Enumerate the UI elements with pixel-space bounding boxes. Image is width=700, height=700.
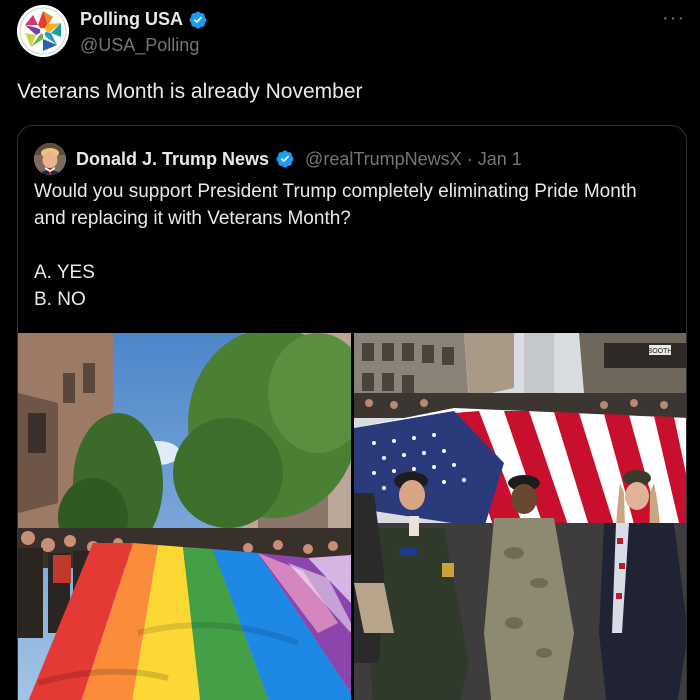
quoted-post-header: Donald J. Trump News @realTrumpNewsX · J… <box>34 143 522 175</box>
author-display-name[interactable]: Polling USA <box>80 9 183 30</box>
meta-separator: · <box>466 148 473 169</box>
quoted-author-handle[interactable]: @realTrumpNewsX · Jan 1 <box>305 149 522 170</box>
pride-parade-image <box>18 333 351 700</box>
author-name-row: Polling USA <box>80 9 208 30</box>
author-handle[interactable]: @USA_Polling <box>80 35 199 56</box>
poll-question: Would you support President Trump comple… <box>34 181 637 229</box>
quoted-author-name[interactable]: Donald J. Trump News <box>76 149 269 170</box>
quoted-post[interactable]: Donald J. Trump News @realTrumpNewsX · J… <box>17 125 687 700</box>
media-grid: BOOTH <box>18 333 686 700</box>
verified-badge-icon <box>276 150 294 168</box>
poll-option-a: A. YES <box>34 262 95 283</box>
pride-parade-photo[interactable] <box>18 333 351 700</box>
quoted-author-avatar[interactable] <box>34 143 66 175</box>
veterans-parade-photo[interactable]: BOOTH <box>354 333 686 700</box>
post-header: Polling USA @USA_Polling ··· <box>17 5 687 61</box>
verified-badge-icon <box>189 10 207 29</box>
veterans-parade-image: BOOTH <box>354 333 686 700</box>
quoted-post-date[interactable]: Jan 1 <box>478 149 522 169</box>
storefront-sign-text: BOOTH <box>648 348 673 355</box>
polling-usa-logo-icon <box>17 5 69 57</box>
poll-option-b: B. NO <box>34 289 86 310</box>
quoted-avatar-portrait-icon <box>34 143 66 175</box>
quoted-post-text: Would you support President Trump comple… <box>34 178 664 313</box>
post-text: Veterans Month is already November <box>17 80 363 103</box>
more-options-icon[interactable]: ··· <box>662 7 685 30</box>
author-avatar[interactable] <box>17 5 69 57</box>
